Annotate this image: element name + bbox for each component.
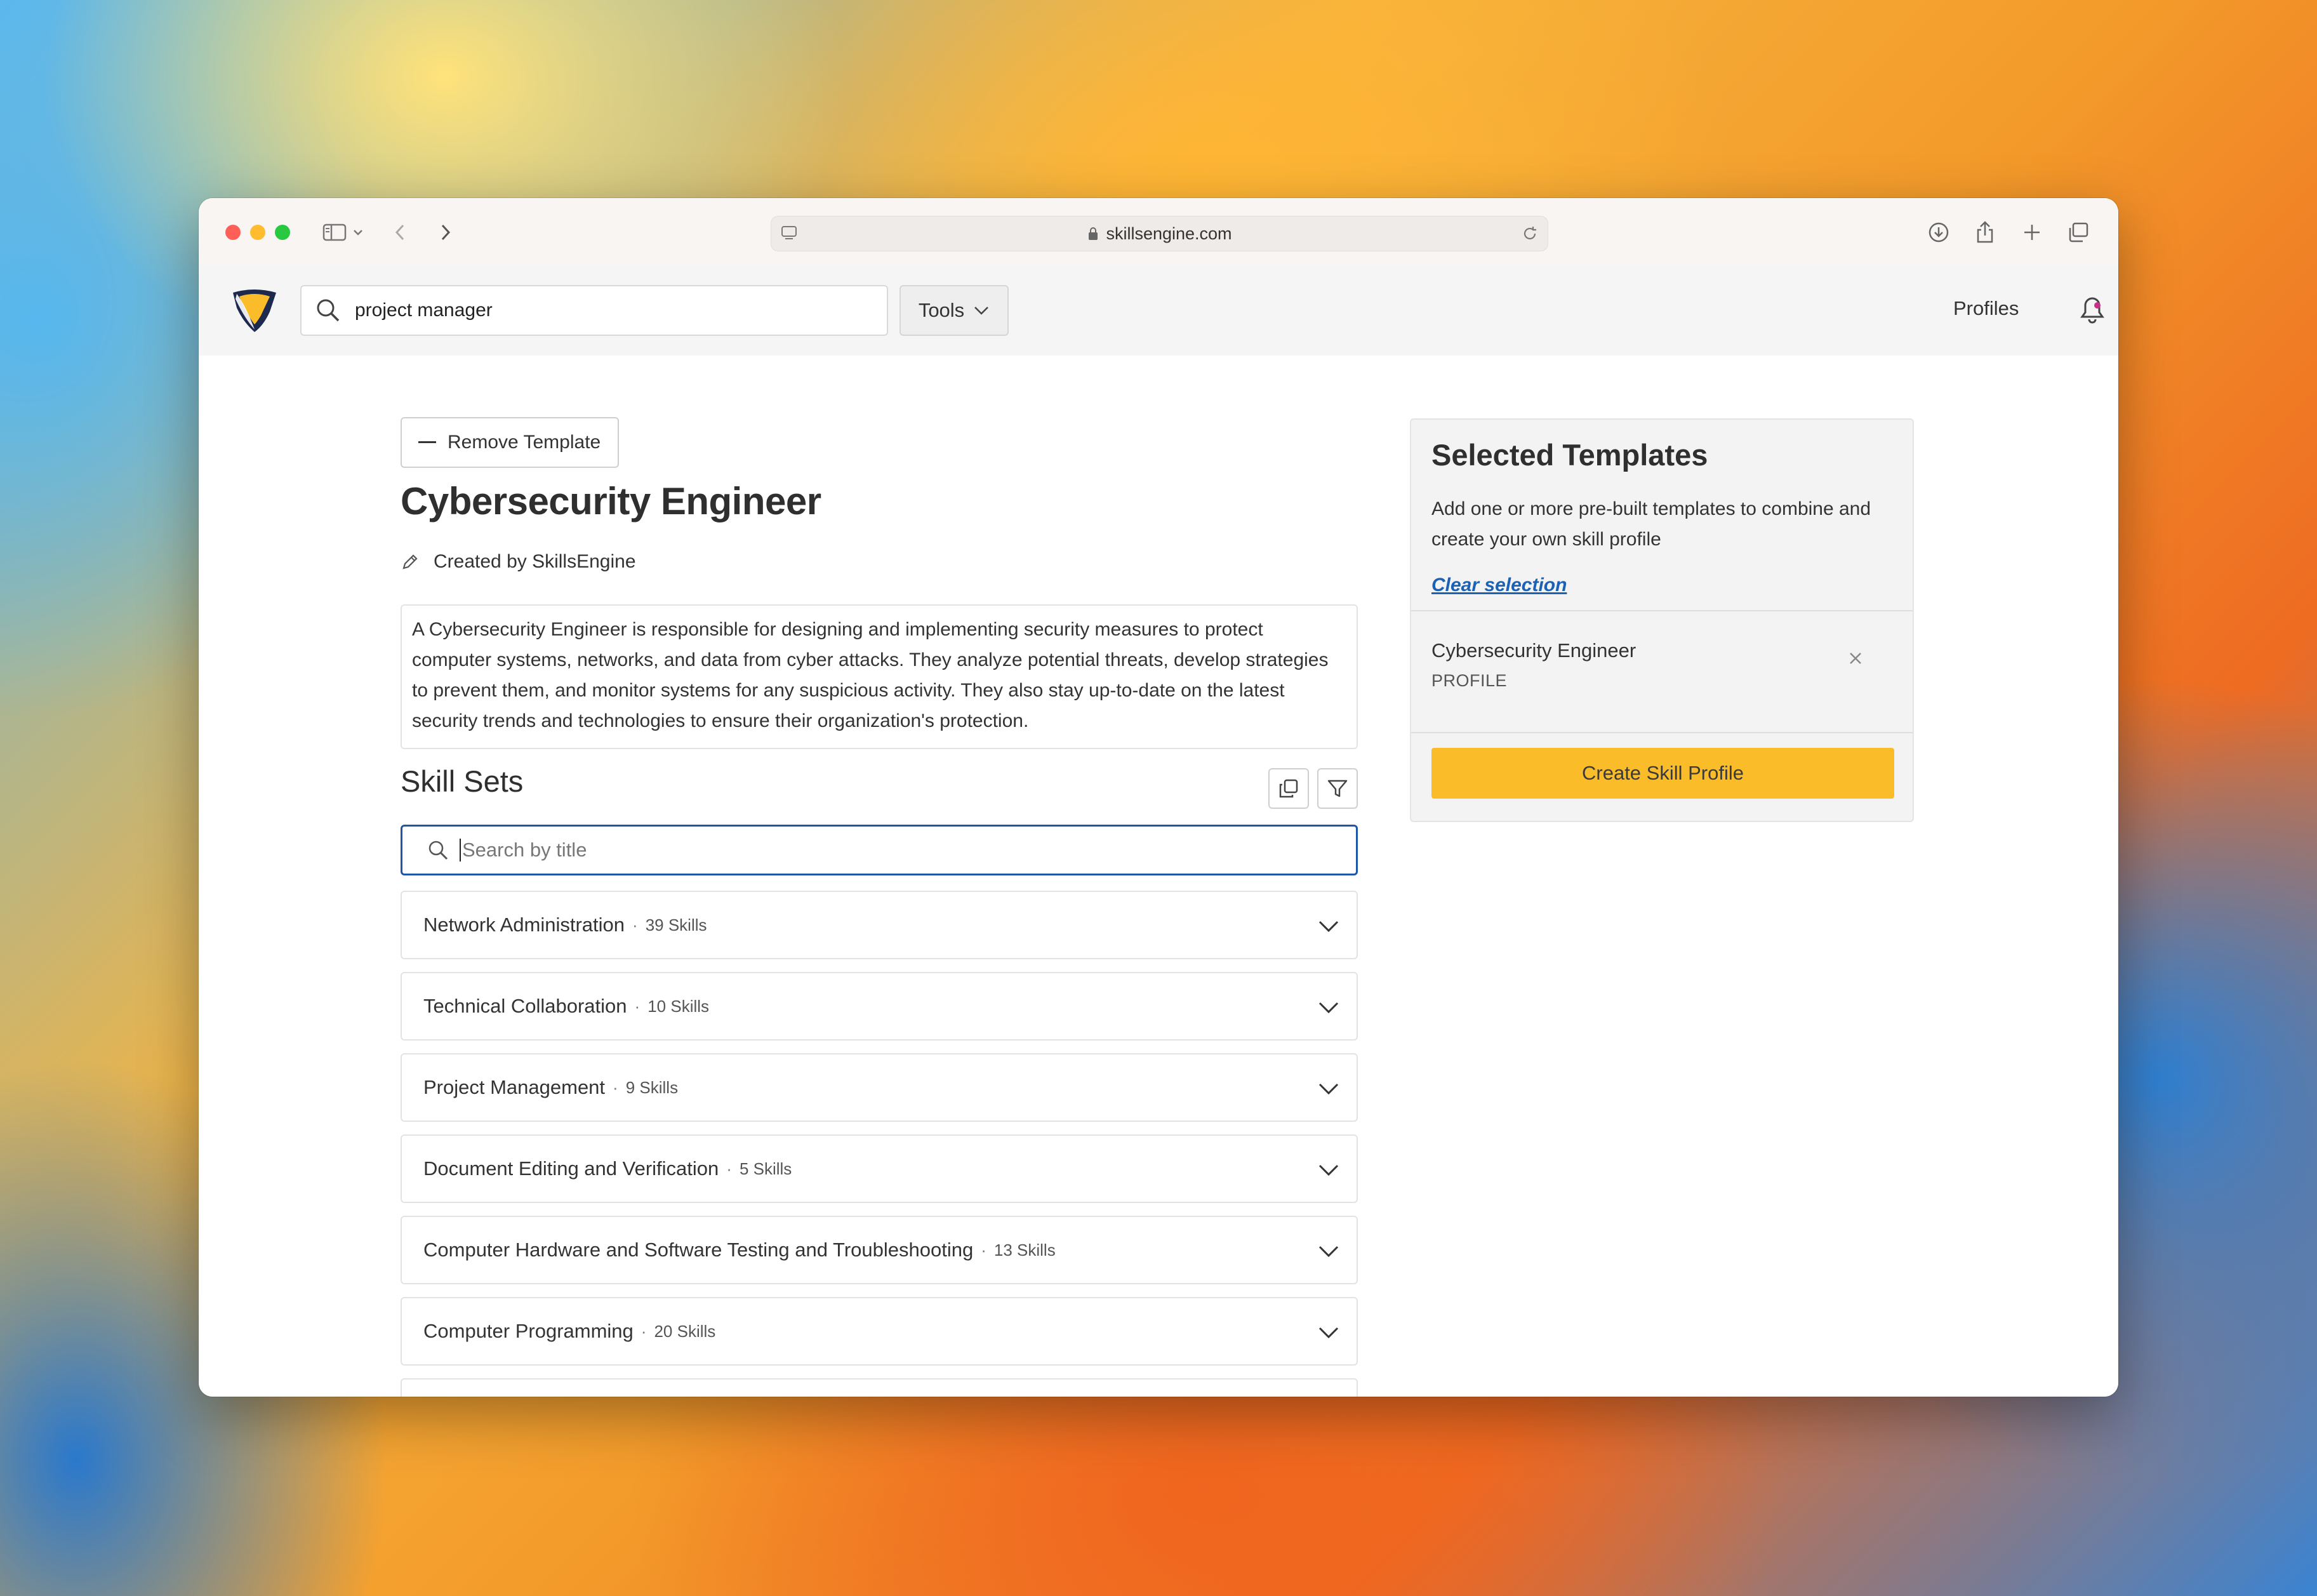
chevron-down-icon [973, 305, 990, 316]
copy-icon [1277, 777, 1300, 800]
minus-icon [418, 441, 436, 444]
skill-set-name: Computer Hardware and Software Testing a… [423, 1239, 974, 1261]
app-header: project manager Tools Profiles D [199, 265, 2118, 356]
skill-set-search-field[interactable]: Search by title [401, 825, 1358, 875]
divider [1411, 732, 1913, 733]
tools-label: Tools [918, 299, 965, 321]
search-icon [427, 839, 449, 861]
separator-dot: · [641, 1321, 647, 1341]
nav-profiles-link[interactable]: Profiles [1953, 297, 2019, 320]
chevron-down-icon[interactable] [1316, 1239, 1341, 1269]
reload-icon[interactable] [1521, 225, 1539, 247]
selected-template-name: Cybersecurity Engineer [1431, 639, 1637, 662]
chevron-down-icon[interactable] [1316, 1157, 1341, 1188]
skill-sets-heading: Skill Sets [401, 764, 524, 798]
skill-count: 5 Skills [739, 1159, 792, 1178]
page-settings-icon[interactable] [780, 224, 799, 246]
template-description: A Cybersecurity Engineer is responsible … [401, 604, 1358, 749]
create-skill-profile-button[interactable]: Create Skill Profile [1431, 748, 1894, 799]
close-icon[interactable] [1843, 646, 1868, 671]
tab-overview-icon[interactable] [2065, 220, 2092, 245]
remove-template-label: Remove Template [448, 432, 601, 453]
text-cursor [460, 839, 461, 861]
skill-set-name: Project Management [423, 1076, 606, 1098]
search-icon [314, 296, 342, 324]
share-icon[interactable] [1972, 220, 1998, 245]
filter-button[interactable] [1317, 768, 1358, 809]
global-search-input[interactable]: project manager [355, 300, 493, 321]
copy-button[interactable] [1268, 768, 1309, 809]
skill-set-item[interactable]: Computer Programming · 20 Skills [401, 1297, 1358, 1366]
back-arrow-icon[interactable] [387, 220, 413, 245]
skill-count: 10 Skills [647, 996, 710, 1016]
notification-bell-icon[interactable] [2076, 293, 2108, 326]
skill-count: 39 Skills [645, 915, 707, 934]
skill-set-search-input[interactable]: Search by title [462, 839, 587, 861]
skillsengine-logo[interactable] [230, 286, 279, 335]
chevron-down-icon[interactable] [1316, 914, 1341, 944]
browser-toolbar: skillsengine.com [199, 198, 2118, 266]
address-bar[interactable]: skillsengine.com [771, 216, 1548, 251]
lock-icon [1087, 226, 1099, 241]
downloads-icon[interactable] [1925, 220, 1952, 245]
sidebar-toggle-icon[interactable] [321, 220, 348, 245]
skill-set-item[interactable]: Document Editing and Verification · 5 Sk… [401, 1134, 1358, 1203]
skill-count: 9 Skills [625, 1077, 679, 1097]
url-text: skillsengine.com [1106, 223, 1232, 243]
close-window-button[interactable] [225, 225, 241, 240]
separator-dot: · [634, 996, 641, 1016]
tools-dropdown[interactable]: Tools [900, 285, 1009, 336]
chevron-down-icon[interactable] [1316, 995, 1341, 1025]
page-title: Cybersecurity Engineer [401, 480, 821, 522]
skill-set-item-partial[interactable] [401, 1378, 1358, 1397]
clear-selection-link[interactable]: Clear selection [1431, 575, 1567, 596]
skill-set-item[interactable]: Computer Hardware and Software Testing a… [401, 1216, 1358, 1284]
created-by-text: Created by SkillsEngine [434, 551, 636, 572]
skill-set-item[interactable]: Technical Collaboration · 10 Skills [401, 972, 1358, 1041]
separator-dot: · [613, 1077, 618, 1097]
filter-icon [1326, 777, 1349, 800]
skill-count: 20 Skills [654, 1321, 716, 1341]
skill-set-name: Document Editing and Verification [423, 1157, 719, 1180]
skill-set-item[interactable]: Project Management · 9 Skills [401, 1053, 1358, 1122]
zoom-window-button[interactable] [275, 225, 290, 240]
divider [1411, 610, 1913, 611]
skill-set-item[interactable]: Network Administration · 39 Skills [401, 891, 1358, 959]
created-by: Created by SkillsEngine [401, 551, 636, 573]
browser-window: skillsengine.com project manager Tools P… [199, 198, 2118, 1397]
global-search-field[interactable]: project manager [300, 285, 888, 336]
skill-set-name: Technical Collaboration [423, 995, 627, 1017]
selected-templates-heading: Selected Templates [1431, 438, 1708, 472]
selected-template-type: PROFILE [1431, 671, 1508, 690]
skill-set-name: Network Administration [423, 914, 625, 936]
separator-dot: · [726, 1159, 732, 1178]
minimize-window-button[interactable] [250, 225, 265, 240]
skill-count: 13 Skills [993, 1240, 1056, 1260]
skill-set-name: Computer Programming [423, 1320, 634, 1342]
main-content: Remove Template Cybersecurity Engineer C… [199, 356, 2118, 1397]
remove-template-button[interactable]: Remove Template [401, 417, 619, 468]
separator-dot: · [632, 915, 638, 934]
new-tab-icon[interactable] [2019, 220, 2045, 245]
separator-dot: · [981, 1240, 986, 1260]
chevron-down-icon[interactable] [349, 220, 368, 245]
selected-templates-description: Add one or more pre-built templates to c… [1431, 498, 1871, 550]
chevron-down-icon[interactable] [1316, 1320, 1341, 1350]
selected-templates-panel: Selected Templates Add one or more pre-b… [1410, 418, 1914, 822]
pencil-icon [401, 552, 420, 571]
forward-arrow-icon[interactable] [432, 220, 459, 245]
chevron-down-icon[interactable] [1316, 1076, 1341, 1107]
